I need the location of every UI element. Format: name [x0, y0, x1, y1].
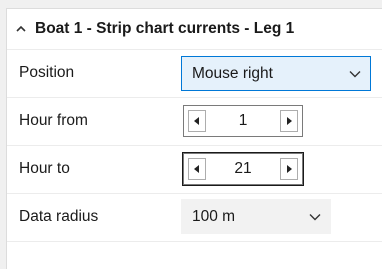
increment-icon[interactable]: [280, 158, 298, 180]
section-header[interactable]: Boat 1 - Strip chart currents - Leg 1: [7, 9, 382, 49]
row-data-radius: Data radius 100 m: [7, 193, 382, 241]
hour-from-label: Hour from: [19, 112, 88, 129]
row-position: Position Mouse right: [7, 49, 382, 97]
chevron-down-icon[interactable]: [340, 70, 370, 78]
position-label: Position: [19, 64, 75, 81]
hour-from-value[interactable]: 1: [210, 112, 276, 130]
data-radius-label: Data radius: [19, 208, 99, 225]
section-title: Boat 1 - Strip chart currents - Leg 1: [35, 20, 295, 37]
increment-icon[interactable]: [280, 110, 298, 132]
row-hour-from: Hour from 1: [7, 97, 382, 145]
row-hour-to: Hour to 21: [7, 145, 382, 193]
data-radius-value: 100 m: [192, 207, 236, 225]
hour-to-stepper[interactable]: 21: [182, 152, 304, 186]
hour-to-label: Hour to: [19, 160, 70, 177]
data-radius-dropdown[interactable]: 100 m: [181, 199, 331, 234]
chevron-down-icon[interactable]: [300, 213, 330, 221]
decrement-icon[interactable]: [188, 110, 206, 132]
chevron-up-icon[interactable]: [7, 9, 35, 49]
position-dropdown[interactable]: Mouse right: [181, 56, 371, 91]
hour-from-stepper[interactable]: 1: [183, 105, 303, 137]
properties-panel: Boat 1 - Strip chart currents - Leg 1 Po…: [6, 8, 382, 269]
decrement-icon[interactable]: [188, 158, 206, 180]
hour-to-value[interactable]: 21: [210, 160, 276, 178]
divider: [7, 241, 382, 242]
position-value: Mouse right: [192, 64, 273, 82]
